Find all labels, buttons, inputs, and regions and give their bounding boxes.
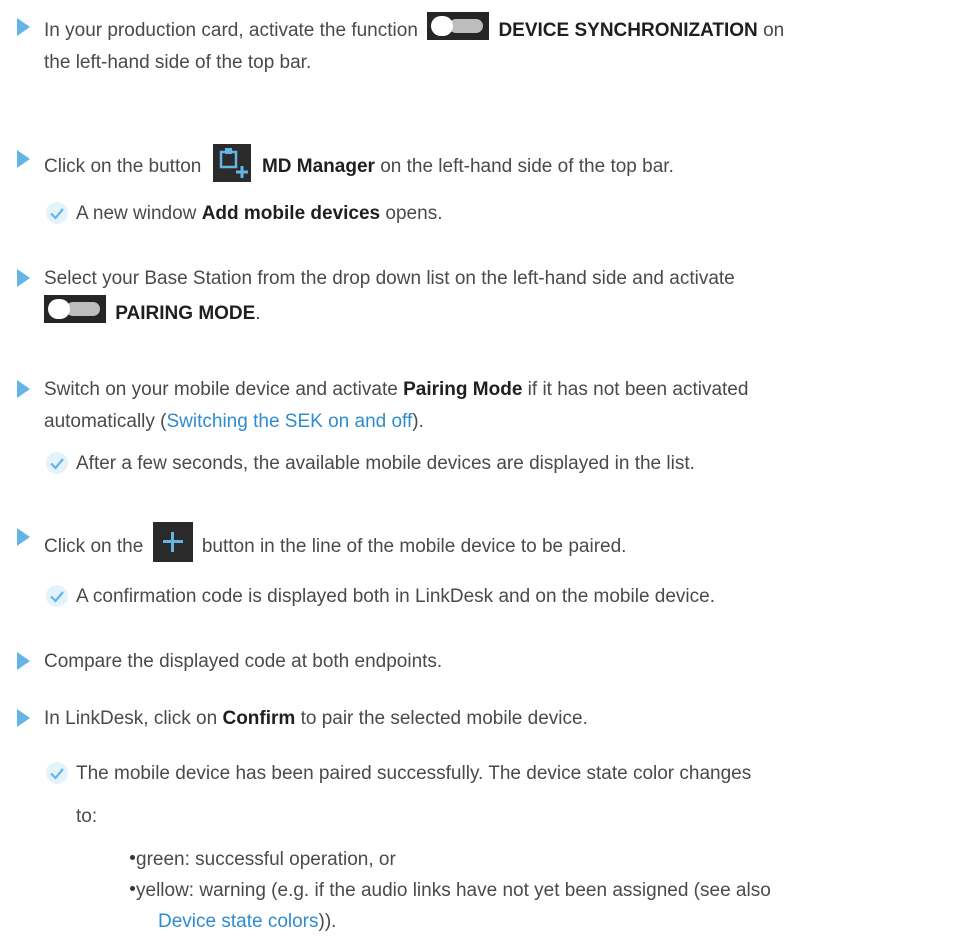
bullet-dot-icon <box>130 855 135 860</box>
window-name: Add mobile devices <box>201 203 381 224</box>
step-bullet-icon <box>17 269 30 287</box>
step-7: In LinkDesk, click on Confirm to pair th… <box>0 703 961 735</box>
color-item-yellow: yellow: warning (e.g. if the audio links… <box>130 875 961 907</box>
step-text: automatically ( <box>44 410 167 432</box>
result-4: The mobile device has been paired succes… <box>0 758 961 790</box>
step-bullet-icon <box>17 528 30 546</box>
result-text: to: <box>76 806 98 827</box>
step-text: on the left-hand side of the top bar. <box>380 156 674 177</box>
result-text: The mobile device has been paired succes… <box>76 763 752 784</box>
plus-icon <box>152 522 193 562</box>
result-text: opens. <box>385 203 443 224</box>
result-3: A confirmation code is displayed both in… <box>0 581 961 613</box>
step-text: In LinkDesk, click on <box>44 708 218 729</box>
step-text: Click on the <box>44 536 144 557</box>
step-5: Click on the button in the line of the m… <box>0 522 961 563</box>
md-manager-icon <box>212 144 251 182</box>
step-text: to pair the selected mobile device. <box>300 708 588 729</box>
mode-name: Pairing Mode <box>403 379 523 400</box>
result-text: A confirmation code is displayed both in… <box>76 586 715 607</box>
step-text: the left-hand side of the top bar. <box>44 51 312 73</box>
link-switching-sek[interactable]: Switching the SEK on and off <box>167 411 413 432</box>
step-text: Switch on your mobile device and activat… <box>44 379 398 400</box>
color-description: )). <box>318 911 337 932</box>
result-text: A new window <box>76 203 197 224</box>
step-text: Compare the displayed code at both endpo… <box>44 651 443 672</box>
result-1: A new window Add mobile devices opens. <box>0 198 961 230</box>
step-text: on <box>763 20 785 41</box>
result-4-continued: to: <box>0 801 961 833</box>
step-1: In your production card, activate the fu… <box>0 12 961 79</box>
step-text: if it has not been activated <box>527 379 749 400</box>
step-text: In your production card, activate the fu… <box>44 20 418 41</box>
color-item-yellow-continued: Device state colors)). <box>158 906 961 938</box>
color-description: yellow: warning (e.g. if the audio links… <box>136 880 771 901</box>
check-icon <box>46 585 68 607</box>
step-bullet-icon <box>17 652 30 670</box>
mode-name: PAIRING MODE <box>115 302 256 324</box>
step-text: . <box>255 302 261 324</box>
step-text: Select your Base Station from the drop d… <box>44 268 735 289</box>
step-text: ). <box>412 410 424 432</box>
step-text: button in the line of the mobile device … <box>201 536 627 557</box>
result-2: After a few seconds, the available mobil… <box>0 448 961 480</box>
step-6: Compare the displayed code at both endpo… <box>0 646 961 678</box>
step-3: Select your Base Station from the drop d… <box>0 263 961 330</box>
color-description: green: successful operation, or <box>136 849 396 870</box>
step-bullet-icon <box>17 18 30 36</box>
toggle-switch-icon <box>44 294 106 323</box>
toggle-switch-icon <box>427 12 490 40</box>
step-bullet-icon <box>17 150 30 168</box>
check-icon <box>46 202 68 224</box>
function-name: DEVICE SYNCHRONIZATION <box>498 20 758 41</box>
link-device-state-colors[interactable]: Device state colors <box>158 911 319 932</box>
document-page: In your production card, activate the fu… <box>0 0 961 951</box>
step-text: Click on the button <box>44 156 202 177</box>
button-name: MD Manager <box>261 156 375 177</box>
step-bullet-icon <box>17 709 30 727</box>
check-icon <box>46 762 68 784</box>
step-4: Switch on your mobile device and activat… <box>0 374 961 438</box>
button-name: Confirm <box>222 708 296 729</box>
color-item-green: green: successful operation, or <box>130 844 961 876</box>
step-bullet-icon <box>17 380 30 398</box>
result-text: After a few seconds, the available mobil… <box>76 453 695 474</box>
step-2: Click on the button MD Manager on the le… <box>0 144 961 183</box>
check-icon <box>46 452 68 474</box>
bullet-dot-icon <box>130 886 135 891</box>
